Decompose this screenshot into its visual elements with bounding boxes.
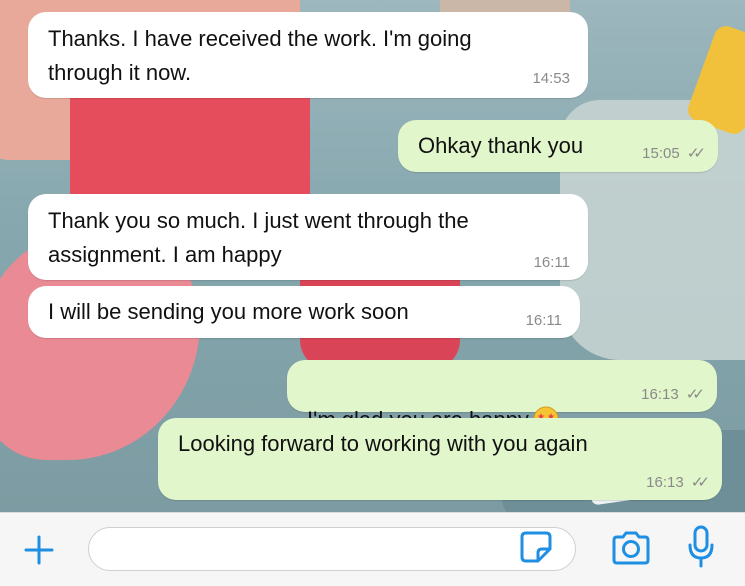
message-time: 16:13 [646,474,684,491]
message-timestamp: 16:11 [534,254,570,272]
message-text: Thanks. I have received the work. I'm go… [48,26,472,85]
message-timestamp: 16:13 ✓✓ [641,386,705,404]
message-time: 16:11 [533,254,570,271]
plus-icon[interactable] [22,533,56,567]
message-timestamp: 16:11 [526,312,562,330]
message-bubble-outgoing[interactable]: I'm glad you are happy 16:13 ✓✓ [287,360,717,432]
message-text: Ohkay thank you [418,133,584,158]
message-time: 15:05 [642,145,680,162]
message-bubble-incoming[interactable]: I will be sending you more work soon 16:… [28,286,580,338]
message-input-field[interactable] [88,527,576,571]
message-time: 16:13 [641,386,679,403]
double-check-icon: ✓✓ [690,474,710,491]
message-text: Thank you so much. I just went through t… [48,208,469,267]
microphone-icon[interactable] [688,525,714,569]
message-timestamp: 15:05 ✓✓ [642,145,706,163]
message-timestamp: 16:13 ✓✓ [646,474,710,492]
message-bubble-outgoing[interactable]: Looking forward to working with you agai… [158,418,722,500]
message-text: I will be sending you more work soon [48,299,409,324]
message-text: Looking forward to working with you agai… [178,431,588,456]
message-time: 14:53 [532,70,570,87]
double-check-icon: ✓✓ [686,145,706,162]
message-bubble-incoming[interactable]: Thank you so much. I just went through t… [28,194,588,280]
message-bubble-outgoing[interactable]: Ohkay thank you 15:05 ✓✓ [398,120,718,172]
double-check-icon: ✓✓ [685,386,705,403]
sticker-icon[interactable] [516,527,556,567]
message-time: 16:11 [525,312,562,329]
message-input[interactable] [107,536,511,564]
camera-icon[interactable] [610,530,652,566]
message-timestamp: 14:53 [532,70,570,88]
message-bubble-incoming[interactable]: Thanks. I have received the work. I'm go… [28,12,588,98]
